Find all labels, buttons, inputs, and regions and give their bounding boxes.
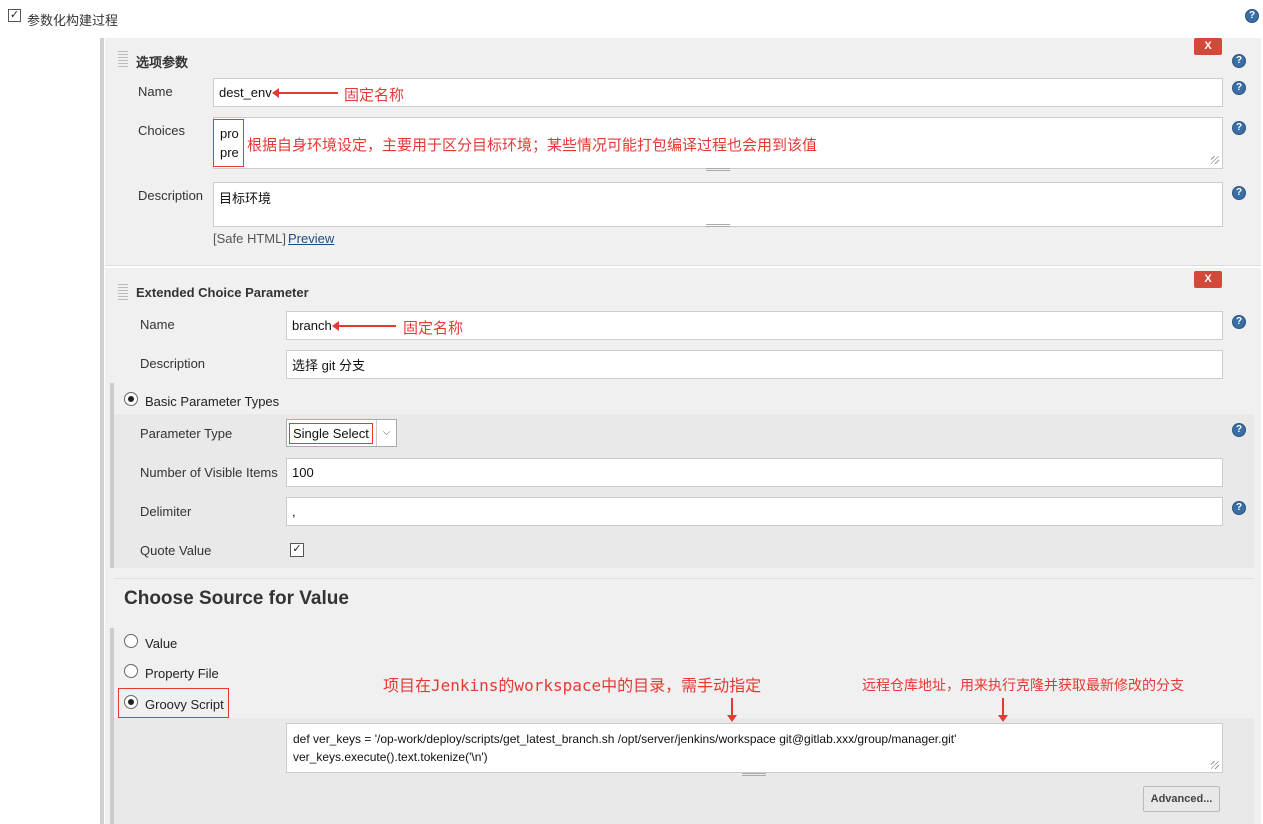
textarea-grip[interactable] bbox=[742, 773, 766, 776]
arrow bbox=[272, 88, 338, 98]
left-rail bbox=[100, 38, 104, 824]
help-icon[interactable]: ? bbox=[1232, 121, 1246, 135]
build-params-checkbox[interactable]: ✓ bbox=[8, 9, 21, 22]
source-value-label: Value bbox=[145, 636, 178, 651]
description-input[interactable]: 选择 git 分支 bbox=[286, 350, 1223, 379]
delete-button[interactable]: X bbox=[1194, 38, 1222, 55]
annotation-repo: 远程仓库地址，用来执行克隆并获取最新修改的分支 bbox=[862, 678, 1184, 694]
source-heading: Choose Source for Value bbox=[124, 588, 349, 609]
script-line: def ver_keys = '/op-work/deploy/scripts/… bbox=[293, 732, 957, 746]
help-icon[interactable]: ? bbox=[1232, 186, 1246, 200]
parameter-type-label: Parameter Type bbox=[140, 426, 233, 441]
section-title: 选项参数 bbox=[136, 55, 189, 70]
source-property-file-label: Property File bbox=[145, 666, 219, 681]
source-groovy-radio[interactable] bbox=[124, 695, 138, 709]
source-value-radio[interactable] bbox=[124, 634, 138, 648]
basic-types-panel bbox=[114, 414, 1254, 568]
arrow bbox=[998, 698, 1008, 722]
resize-handle[interactable] bbox=[1211, 156, 1219, 164]
visible-items-value: 100 bbox=[292, 465, 314, 480]
help-icon[interactable]: ? bbox=[1232, 81, 1246, 95]
annotation-choices: 根据自身环境设定，主要用于区分目标环境；某些情况可能打包编译过程也会用到该值 bbox=[247, 136, 818, 154]
description-value: 目标环境 bbox=[219, 191, 272, 206]
preview-link[interactable]: Preview bbox=[288, 231, 334, 246]
chevron-down-icon[interactable]: ⌵ bbox=[376, 420, 396, 446]
arrow bbox=[332, 321, 396, 331]
script-line: ver_keys.execute().text.tokenize('\n') bbox=[293, 750, 488, 764]
textarea-grip[interactable] bbox=[706, 224, 730, 227]
name-label: Name bbox=[140, 317, 175, 332]
parameter-type-select[interactable]: Single Select ⌵ bbox=[286, 419, 397, 447]
name-value: branch bbox=[292, 318, 332, 333]
visible-items-label: Number of Visible Items bbox=[140, 465, 278, 480]
delimiter-value: , bbox=[292, 504, 296, 519]
section-title: Extended Choice Parameter bbox=[136, 285, 309, 300]
help-icon[interactable]: ? bbox=[1232, 315, 1246, 329]
quote-value-checkbox[interactable]: ✓ bbox=[290, 543, 304, 557]
help-icon[interactable]: ? bbox=[1245, 9, 1259, 23]
description-value: 选择 git 分支 bbox=[292, 358, 365, 373]
drag-handle[interactable] bbox=[118, 51, 128, 67]
source-property-file-radio[interactable] bbox=[124, 664, 138, 678]
build-params-label: 参数化构建过程 bbox=[27, 13, 119, 28]
description-label: Description bbox=[138, 188, 204, 203]
help-icon[interactable]: ? bbox=[1232, 423, 1246, 437]
safe-html-label: [Safe HTML] bbox=[213, 231, 286, 246]
help-icon[interactable]: ? bbox=[1232, 54, 1246, 68]
annotation-fixed-name: 固定名称 bbox=[344, 86, 405, 104]
name-label: Name bbox=[138, 84, 173, 99]
delimiter-label: Delimiter bbox=[140, 504, 192, 519]
advanced-button[interactable]: Advanced... bbox=[1143, 786, 1220, 812]
help-icon[interactable]: ? bbox=[1232, 501, 1246, 515]
groovy-script-textarea[interactable]: def ver_keys = '/op-work/deploy/scripts/… bbox=[286, 723, 1223, 773]
basic-types-label: Basic Parameter Types bbox=[145, 394, 280, 409]
choices-label: Choices bbox=[138, 123, 185, 138]
delete-button[interactable]: X bbox=[1194, 271, 1222, 288]
basic-types-radio[interactable] bbox=[124, 392, 138, 406]
textarea-grip[interactable] bbox=[706, 168, 730, 171]
highlight-box bbox=[213, 119, 244, 167]
name-value: dest_env bbox=[219, 85, 272, 100]
annotation-fixed-name: 固定名称 bbox=[403, 319, 464, 337]
resize-handle[interactable] bbox=[1211, 761, 1219, 769]
description-textarea[interactable]: 目标环境 bbox=[213, 182, 1223, 227]
visible-items-input[interactable]: 100 bbox=[286, 458, 1223, 487]
parameter-type-value: Single Select bbox=[289, 423, 373, 444]
source-groovy-label: Groovy Script bbox=[145, 697, 224, 712]
annotation-workspace: 项目在Jenkins的workspace中的目录，需手动指定 bbox=[383, 676, 762, 695]
quote-value-label: Quote Value bbox=[140, 543, 212, 558]
drag-handle[interactable] bbox=[118, 284, 128, 300]
arrow bbox=[727, 698, 737, 722]
description-label: Description bbox=[140, 356, 206, 371]
delimiter-input[interactable]: , bbox=[286, 497, 1223, 526]
